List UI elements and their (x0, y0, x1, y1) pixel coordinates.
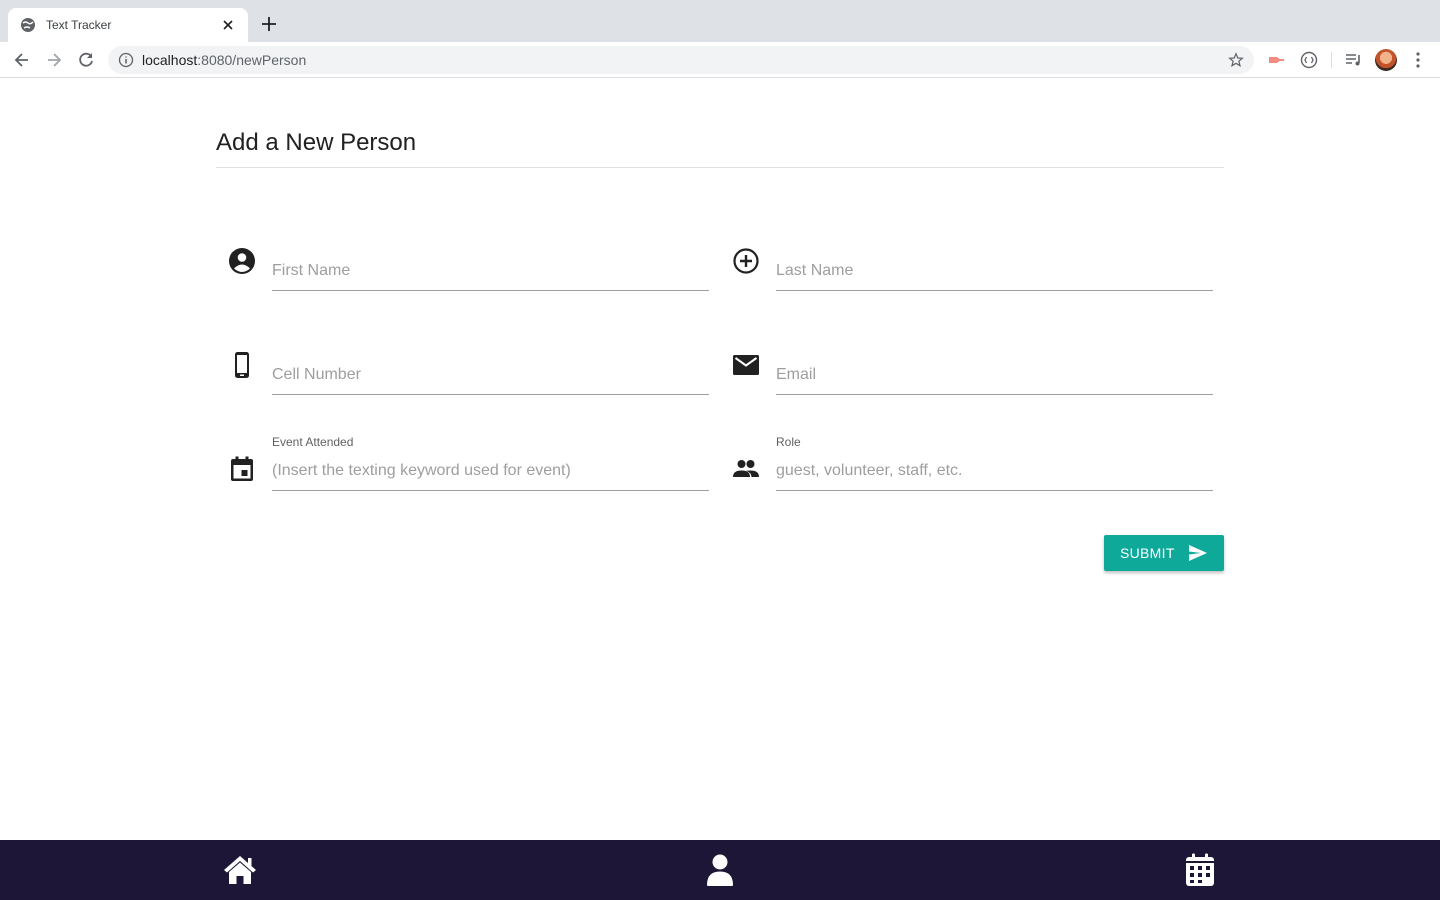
url-text: localhost:8080/newPerson (142, 52, 307, 68)
person-icon[interactable] (702, 853, 738, 887)
cell-number-input[interactable] (272, 362, 709, 388)
add-circle-icon (733, 248, 759, 274)
reload-icon[interactable] (76, 50, 96, 70)
browser-toolbar: localhost:8080/newPerson (0, 42, 1440, 78)
account-circle-icon (229, 248, 255, 274)
submit-label: SUBMIT (1120, 545, 1175, 561)
last-name-input[interactable] (776, 258, 1213, 284)
profile-avatar[interactable] (1375, 49, 1397, 71)
site-info-icon[interactable] (118, 52, 134, 68)
extension-icon[interactable] (1266, 50, 1286, 70)
toolbar-separator (1331, 52, 1332, 68)
event-attended-field: Event Attended (216, 431, 716, 491)
globe-icon (21, 18, 35, 32)
page-title: Add a New Person (216, 129, 417, 156)
bookmark-star-icon[interactable] (1228, 52, 1244, 68)
role-label: Role (776, 435, 801, 449)
media-queue-icon[interactable] (1343, 50, 1363, 70)
first-name-input[interactable] (272, 258, 709, 284)
tab-title: Text Tracker (46, 18, 112, 32)
email-field (720, 335, 1220, 395)
forward-icon[interactable] (44, 50, 64, 70)
last-name-input-wrap (776, 231, 1213, 291)
event-attended-label: Event Attended (272, 435, 354, 449)
browser-tab[interactable]: Text Tracker (8, 8, 248, 42)
event-attended-input[interactable] (272, 458, 709, 484)
devtools-extension-icon[interactable] (1299, 50, 1319, 70)
people-icon (733, 460, 759, 477)
back-icon[interactable] (12, 50, 32, 70)
browser-tab-strip: Text Tracker (0, 0, 1440, 42)
first-name-field (216, 231, 716, 291)
first-name-input-wrap (272, 231, 709, 291)
new-tab-icon[interactable] (260, 15, 278, 33)
event-attended-input-wrap: Event Attended (272, 431, 709, 491)
page-content: Add a New Person First Name Last Name Ce… (0, 79, 1440, 840)
close-icon[interactable] (220, 17, 236, 33)
address-bar[interactable]: localhost:8080/newPerson (108, 46, 1254, 74)
last-name-field (720, 231, 1220, 291)
smartphone-icon (235, 352, 249, 378)
role-input[interactable] (776, 458, 1213, 484)
role-input-wrap: Role (776, 431, 1213, 491)
send-icon (1189, 545, 1207, 561)
role-field: Role (720, 431, 1220, 491)
event-icon (231, 456, 253, 481)
cell-number-field (216, 335, 716, 395)
more-menu-icon[interactable] (1408, 50, 1428, 70)
title-divider (216, 167, 1224, 168)
email-input[interactable] (776, 362, 1213, 388)
email-input-wrap (776, 335, 1213, 395)
calendar-icon[interactable] (1182, 853, 1218, 887)
cell-number-input-wrap (272, 335, 709, 395)
home-icon[interactable] (222, 853, 258, 887)
submit-button[interactable]: SUBMIT (1104, 535, 1224, 571)
bottom-navigation (0, 840, 1440, 900)
mail-icon (733, 355, 759, 375)
